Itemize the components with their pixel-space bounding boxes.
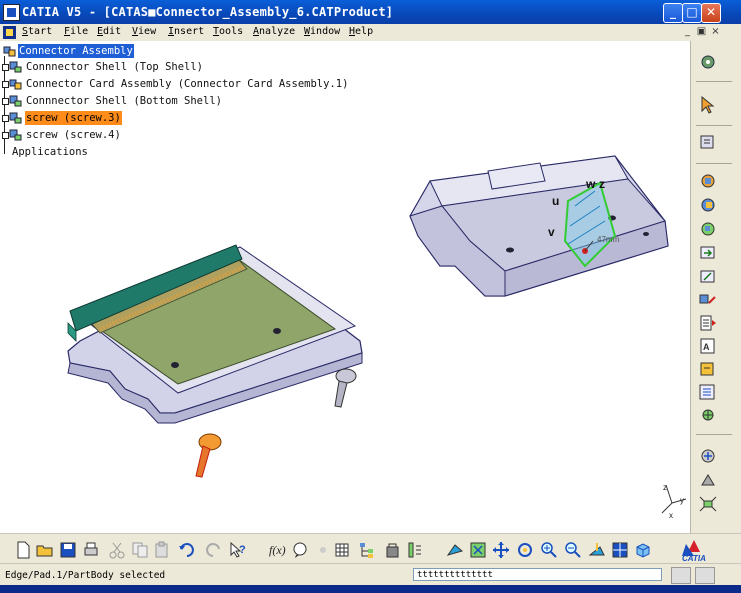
graph-tree-reordering-icon[interactable] (698, 314, 718, 332)
title-bar[interactable]: CATIA V5 - [CATAS■Connector_Assembly_6.C… (0, 0, 741, 24)
manage-representations-icon[interactable] (698, 383, 718, 401)
axis-y-label: y (680, 496, 684, 505)
bottom-toolbar: ? f(x) CATIA (0, 533, 741, 564)
isometric-view-icon[interactable] (634, 541, 652, 559)
toolbar-separator (696, 81, 732, 82)
catalog-browser-icon[interactable] (698, 133, 718, 151)
menu-insert[interactable]: Insert (168, 26, 204, 37)
zoom-in-icon[interactable] (540, 541, 558, 559)
multi-instantiation-icon[interactable] (698, 406, 718, 424)
update-icon[interactable] (406, 541, 424, 559)
copy-icon[interactable] (131, 541, 149, 559)
top-shell-part[interactable] (409, 155, 669, 297)
existing-positioning-icon[interactable] (698, 268, 718, 286)
close-button[interactable]: ✕ (701, 3, 721, 23)
menu-bar: Start File Edit View Insert Tools Analyz… (0, 24, 741, 42)
normal-view-icon[interactable] (588, 541, 606, 559)
manipulation-icon[interactable] (698, 447, 718, 465)
power-input-field[interactable]: tttttttttttttt (413, 568, 662, 581)
window-frame-bottom (0, 585, 741, 593)
fly-mode-icon[interactable] (446, 541, 464, 559)
zoom-out-icon[interactable] (564, 541, 582, 559)
explode-icon[interactable] (698, 495, 718, 513)
mdi-close-button[interactable]: × (709, 25, 722, 38)
mdi-restore-button[interactable]: ▣ (695, 25, 708, 38)
connector-card-assembly[interactable] (67, 244, 363, 424)
svg-text:f(x): f(x) (269, 543, 286, 557)
compass-v-label: v (548, 225, 555, 239)
compass-z-label: z (599, 177, 605, 191)
3d-viewport[interactable]: Connector Assembly Connnector Shell (Top… (0, 41, 690, 533)
new-component-icon[interactable] (698, 172, 718, 190)
status-bar: Edge/Pad.1/PartBody selected ttttttttttt… (0, 563, 741, 586)
maximize-button[interactable]: □ (682, 3, 702, 23)
status-message: Edge/Pad.1/PartBody selected (5, 570, 166, 581)
minimize-button[interactable]: _ (663, 3, 683, 23)
print-icon[interactable] (82, 541, 100, 559)
whats-this-icon[interactable]: ? (229, 541, 247, 559)
product-structure-gear-icon[interactable] (698, 53, 718, 71)
catia-window: CATIA V5 - [CATAS■Connector_Assembly_6.C… (0, 0, 741, 593)
toolbar-separator (696, 434, 732, 435)
catia-logo-text: CATIA (682, 554, 706, 562)
measure-label: 47mm (597, 235, 620, 244)
generate-numbering-icon[interactable]: A (698, 337, 718, 355)
screw-4-part[interactable] (334, 368, 357, 408)
menu-edit[interactable]: Edit (97, 26, 121, 37)
model-geometry: w z u v 47mm (67, 155, 669, 478)
knowledge-advisor-icon[interactable] (291, 541, 309, 559)
select-arrow-icon[interactable] (698, 96, 718, 114)
right-toolbar: A (690, 41, 741, 533)
undo-icon[interactable] (178, 541, 196, 559)
catia-logo: CATIA (682, 540, 706, 562)
toolbar-separator (696, 125, 732, 126)
mdi-minimize-button[interactable]: _ (681, 25, 694, 38)
open-folder-icon[interactable] (36, 541, 54, 559)
pan-icon[interactable] (492, 541, 510, 559)
paste-icon[interactable] (153, 541, 171, 559)
menu-tools[interactable]: Tools (213, 26, 243, 37)
save-management-icon[interactable] (384, 541, 402, 559)
menu-start[interactable]: Start (22, 26, 52, 37)
screw-3-part[interactable] (195, 433, 222, 478)
axis-x-label: x (669, 511, 673, 520)
compass-u-label: u (552, 194, 559, 208)
menu-window[interactable]: Window (304, 26, 340, 37)
status-button-2[interactable] (695, 567, 715, 584)
multi-view-icon[interactable] (611, 541, 629, 559)
document-icon[interactable] (3, 26, 16, 39)
catia-app-icon[interactable] (3, 4, 20, 21)
window-title: CATIA V5 - [CATAS■Connector_Assembly_6.C… (22, 5, 394, 19)
table-icon[interactable] (334, 541, 352, 559)
menu-analyze[interactable]: Analyze (253, 26, 295, 37)
cut-icon[interactable] (108, 541, 126, 559)
tree-expand-icon[interactable] (358, 541, 376, 559)
axis-z-label: z (663, 483, 667, 492)
new-document-icon[interactable] (14, 541, 32, 559)
new-part-icon[interactable] (698, 220, 718, 238)
menu-help[interactable]: Help (349, 26, 373, 37)
save-icon[interactable] (59, 541, 77, 559)
compass-w-label: w (585, 177, 596, 191)
toolbar-separator (696, 163, 732, 164)
design-table-icon[interactable] (314, 541, 332, 559)
fit-all-in-icon[interactable] (469, 541, 487, 559)
status-button-1[interactable] (671, 567, 691, 584)
existing-component-icon[interactable] (698, 244, 718, 262)
new-product-icon[interactable] (698, 196, 718, 214)
menu-view[interactable]: View (132, 26, 156, 37)
axis-triad[interactable]: z y x (654, 481, 690, 521)
replace-component-icon[interactable] (698, 291, 718, 309)
selective-load-icon[interactable] (698, 360, 718, 378)
redo-icon[interactable] (204, 541, 222, 559)
menu-file[interactable]: File (64, 26, 88, 37)
rotate-icon[interactable] (516, 541, 534, 559)
svg-text:?: ? (239, 544, 246, 556)
svg-text:A: A (703, 342, 710, 352)
formula-icon[interactable]: f(x) (268, 541, 286, 559)
snap-icon[interactable] (698, 471, 718, 489)
